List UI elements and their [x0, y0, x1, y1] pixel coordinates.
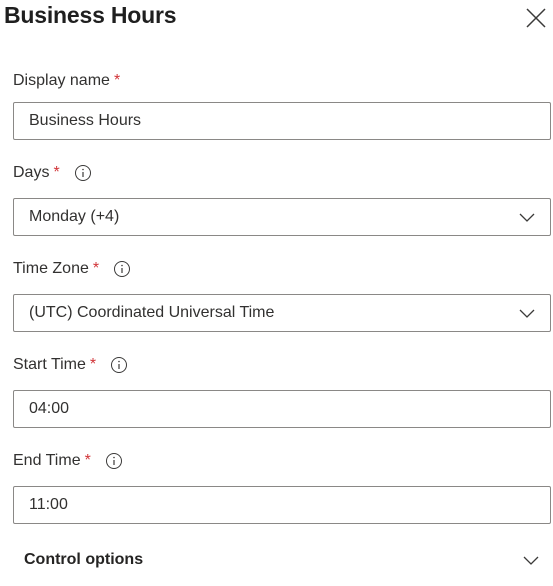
days-label-text: Days: [13, 164, 50, 181]
time-zone-label: Time Zone *: [13, 258, 131, 280]
days-label: Days *: [13, 162, 92, 184]
display-name-input[interactable]: Business Hours: [13, 102, 551, 140]
start-time-input[interactable]: 04:00: [13, 390, 551, 428]
display-name-value: Business Hours: [29, 112, 142, 129]
close-icon: [526, 8, 546, 28]
time-zone-value: (UTC) Coordinated Universal Time: [29, 304, 275, 321]
info-icon[interactable]: [110, 356, 128, 374]
required-marker: *: [84, 452, 91, 469]
required-marker: *: [113, 72, 121, 89]
start-time-label-text: Start Time: [13, 356, 86, 373]
control-options-label: Control options: [24, 551, 144, 568]
time-zone-dropdown[interactable]: (UTC) Coordinated Universal Time: [13, 294, 551, 332]
start-time-label: Start Time *: [13, 354, 128, 376]
display-name-label: Display name *: [13, 70, 120, 92]
end-time-input[interactable]: 11:00: [13, 486, 551, 524]
required-marker: *: [92, 260, 100, 277]
start-time-value: 04:00: [29, 400, 70, 417]
control-options-toggle[interactable]: Control options: [24, 548, 544, 572]
end-time-label: End Time *: [13, 450, 123, 472]
info-icon[interactable]: [113, 260, 131, 278]
display-name-label-text: Display name: [13, 72, 110, 89]
days-dropdown[interactable]: Monday (+4): [13, 198, 551, 236]
time-zone-label-text: Time Zone: [13, 260, 89, 277]
required-marker: *: [89, 356, 97, 373]
chevron-down-icon: [519, 309, 535, 318]
chevron-down-icon: [523, 556, 539, 565]
panel-title: Business Hours: [4, 2, 177, 28]
end-time-value: 11:00: [29, 496, 68, 513]
close-button[interactable]: [524, 6, 548, 30]
required-marker: *: [53, 164, 60, 181]
days-value: Monday (+4): [29, 208, 120, 225]
info-icon[interactable]: [74, 164, 92, 182]
end-time-label-text: End Time: [13, 452, 81, 469]
info-icon[interactable]: [105, 452, 123, 470]
chevron-down-icon: [519, 213, 535, 222]
